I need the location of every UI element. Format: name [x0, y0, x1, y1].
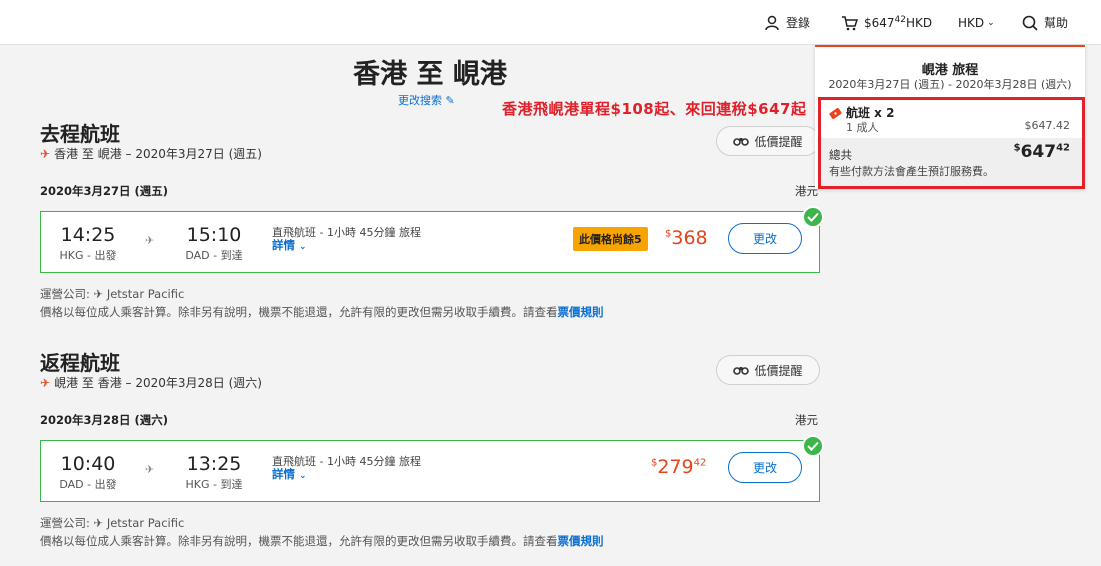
pencil-icon: ✎	[445, 94, 455, 107]
plane-icon: ✈	[40, 376, 51, 390]
outbound-route-text: 香港 至 峴港 – 2020年3月27日 (週五)	[54, 147, 262, 161]
chevron-down-icon: ⌄	[987, 17, 995, 28]
cart-flights-row: 航班 x 2 1 成人 $647.42	[821, 100, 1082, 138]
return-operator: 運營公司: ✈ Jetstar Pacific	[40, 516, 185, 530]
depart-time: 14:25	[60, 224, 116, 246]
plane-icon: ✈	[145, 463, 155, 476]
price-value: 368	[671, 227, 708, 249]
outbound-fare-note: 價格以每位成人乘客計算。除非另有說明，機票不能退還，允許有限的更改但需另收取手續…	[40, 304, 604, 320]
arrive-airport: HKG - 到達	[185, 478, 243, 491]
fare-note-text: 價格以每位成人乘客計算。除非另有說明，機票不能退還，允許有限的更改但需另收取手續…	[40, 534, 558, 548]
arrive-airport: DAD - 到達	[185, 249, 243, 262]
details-link[interactable]: 詳情 ⌄	[272, 237, 307, 253]
price-value: 279	[657, 456, 694, 478]
currency-value: HKD	[958, 15, 985, 30]
plane-icon: ✈	[40, 147, 51, 161]
details-label: 詳情	[272, 467, 295, 481]
outbound-alert-label: 低價提醒	[754, 134, 803, 149]
promo-banner: 香港飛峴港單程$108起、來回連稅$647起	[502, 100, 807, 118]
cart-summary-highlight: 航班 x 2 1 成人 $647.42 總共 $64742 有些付款方法會產生預…	[818, 97, 1085, 189]
total-value: 647	[1020, 142, 1057, 162]
help-label: 幫助	[1044, 16, 1069, 30]
chevron-down-icon: ⌄	[299, 471, 307, 481]
cart-icon	[842, 15, 858, 30]
outbound-flight-card[interactable]: 14:25 HKG - 出發 ✈ 15:10 DAD - 到達 直飛航班 - 1…	[40, 211, 820, 273]
arrive-time: 13:25	[186, 453, 242, 475]
arrive-time: 15:10	[186, 224, 242, 246]
cart-currency: HKD	[906, 16, 933, 30]
fare-rules-link[interactable]: 票價規則	[558, 534, 604, 548]
return-price: $27942	[651, 456, 706, 478]
total-symbol: $	[1013, 142, 1021, 154]
return-title: 返程航班	[40, 351, 120, 375]
price-cents: 42	[693, 457, 707, 469]
outbound-operator: 運營公司: ✈ Jetstar Pacific	[40, 287, 185, 301]
return-fare-note: 價格以每位成人乘客計算。除非另有說明，機票不能退還，允許有限的更改但需另收取手續…	[40, 533, 604, 549]
cart-pax-price: $647.42	[1024, 119, 1071, 132]
chevron-down-icon: ⌄	[299, 242, 307, 252]
login-link[interactable]: 登錄	[764, 0, 810, 45]
outbound-route: ✈ 香港 至 峴港 – 2020年3月27日 (週五)	[40, 145, 262, 162]
selected-check-icon	[802, 206, 824, 228]
change-search-label: 更改搜索	[398, 94, 442, 107]
selected-check-icon	[802, 435, 824, 457]
binoculars-icon	[733, 138, 750, 146]
details-link[interactable]: 詳情 ⌄	[272, 466, 307, 482]
return-flight-card[interactable]: 10:40 DAD - 出發 ✈ 13:25 HKG - 到達 直飛航班 - 1…	[40, 440, 820, 502]
return-date-label: 2020年3月28日 (週六)	[40, 413, 169, 427]
change-search-link[interactable]: 更改搜索 ✎	[398, 92, 455, 108]
top-bar: 登錄 $64742HKD HKD ⌄ 幫助	[0, 0, 1101, 45]
outbound-title: 去程航班	[40, 122, 120, 146]
outbound-change-button[interactable]: 更改	[728, 223, 802, 254]
fare-rules-link[interactable]: 票價規則	[558, 305, 604, 319]
cart-button[interactable]: $64742HKD	[841, 0, 932, 45]
user-icon	[765, 15, 779, 30]
outbound-price-alert-button[interactable]: 低價提醒	[716, 126, 820, 156]
cart-total-label: 總共	[829, 148, 852, 162]
return-currency: 港元	[795, 413, 818, 427]
cart-dropdown: 峴港 旅程 2020年3月27日 (週五) - 2020年3月28日 (週六) …	[815, 45, 1085, 189]
binoculars-icon	[733, 367, 750, 375]
depart-airport: HKG - 出發	[59, 249, 117, 262]
cart-trip-dates: 2020年3月27日 (週五) - 2020年3月28日 (週六)	[828, 78, 1072, 91]
cart-total: $64742HKD	[864, 15, 932, 30]
cart-pax-label: 1 成人	[846, 121, 879, 134]
return-change-button[interactable]: 更改	[728, 452, 802, 483]
cart-fee-note: 有些付款方法會產生預訂服務費。	[829, 165, 994, 178]
page-title: 香港 至 峴港	[353, 59, 507, 90]
cart-total-price: $64742	[1014, 142, 1070, 162]
currency-select[interactable]: HKD ⌄	[958, 0, 995, 45]
fare-note-text: 價格以每位成人乘客計算。除非另有說明，機票不能退還，允許有限的更改但需另收取手續…	[40, 305, 558, 319]
search-icon	[1022, 15, 1038, 31]
return-alert-label: 低價提醒	[754, 363, 803, 378]
cart-cents: 42	[894, 15, 906, 25]
depart-airport: DAD - 出發	[59, 478, 117, 491]
cart-total-row: 總共 $64742 有些付款方法會產生預訂服務費。	[821, 138, 1082, 186]
return-route-text: 峴港 至 香港 – 2020年3月28日 (週六)	[54, 376, 262, 390]
details-label: 詳情	[272, 238, 295, 252]
ticket-icon	[829, 107, 842, 120]
seats-left-badge: 此價格尚餘5	[573, 227, 648, 251]
login-label: 登錄	[786, 16, 811, 30]
help-link[interactable]: 幫助	[1022, 0, 1068, 45]
outbound-price: $368	[665, 227, 708, 249]
depart-time: 10:40	[60, 453, 116, 475]
return-route: ✈ 峴港 至 香港 – 2020年3月28日 (週六)	[40, 374, 262, 391]
total-cents: 42	[1056, 142, 1070, 154]
return-price-alert-button[interactable]: 低價提醒	[716, 355, 820, 385]
outbound-date-label: 2020年3月27日 (週五)	[40, 184, 169, 198]
cart-amount: $647	[864, 16, 895, 30]
plane-icon: ✈	[145, 234, 155, 247]
